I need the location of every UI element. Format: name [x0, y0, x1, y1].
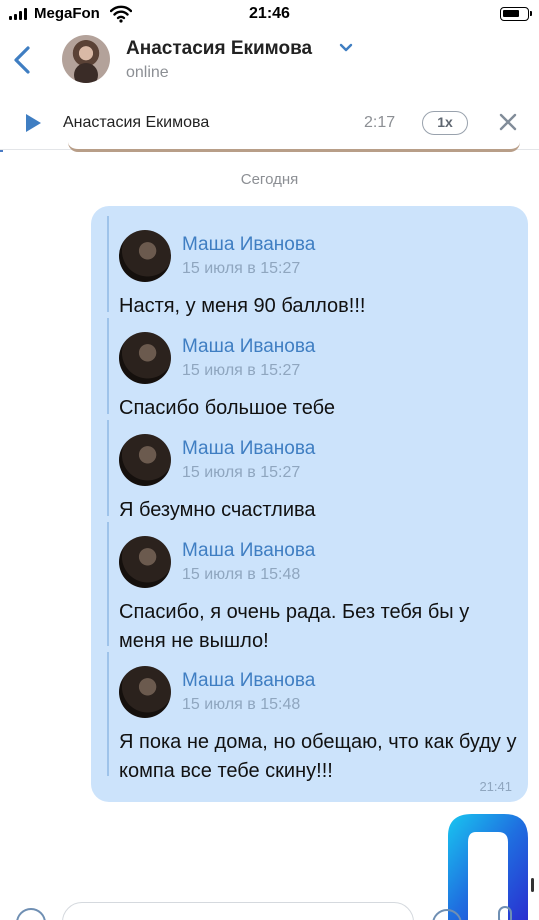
- forwarded-message[interactable]: Маша Иванова 15 июля в 15:27 Настя, у ме…: [107, 216, 517, 317]
- contact-avatar[interactable]: [62, 35, 110, 83]
- forwarded-author[interactable]: Маша Иванова: [182, 336, 315, 358]
- forwarded-message[interactable]: Маша Иванова 15 июля в 15:48 Я пока не д…: [107, 652, 517, 782]
- forwarded-date: 15 июля в 15:27: [182, 260, 301, 277]
- forwarded-author[interactable]: Маша Иванова: [182, 540, 315, 562]
- chevron-left-icon[interactable]: [10, 44, 36, 76]
- playback-speed-button[interactable]: 1x: [422, 111, 468, 135]
- playback-progress: [0, 150, 3, 152]
- contact-status: online: [126, 64, 169, 81]
- avatar[interactable]: [119, 434, 171, 486]
- forwarded-text: Спасибо, я очень рада. Без тебя бы у мен…: [119, 601, 470, 652]
- avatar[interactable]: [119, 230, 171, 282]
- forwarded-author[interactable]: Маша Иванова: [182, 234, 315, 256]
- forwarded-author[interactable]: Маша Иванова: [182, 670, 315, 692]
- avatar[interactable]: [119, 536, 171, 588]
- forwarded-text: Настя, у меня 90 баллов!!!: [119, 295, 366, 317]
- chevron-down-icon[interactable]: [338, 42, 354, 54]
- avatar[interactable]: [119, 332, 171, 384]
- contact-name[interactable]: Анастасия Екимова: [126, 38, 312, 60]
- forwarded-message[interactable]: Маша Иванова 15 июля в 15:27 Спасибо бол…: [107, 318, 517, 419]
- track-time: 2:17: [364, 114, 396, 131]
- play-icon[interactable]: [24, 113, 42, 133]
- date-separator: Сегодня: [240, 171, 299, 188]
- close-icon[interactable]: [498, 112, 518, 132]
- message-bubble[interactable]: Маша Иванова 15 июля в 15:27 Настя, у ме…: [91, 206, 528, 802]
- attach-icon[interactable]: [16, 908, 46, 920]
- forwarded-text: Спасибо большое тебе: [119, 397, 335, 419]
- forwarded-date: 15 июля в 15:27: [182, 362, 301, 379]
- battery-icon: [500, 7, 532, 21]
- forwarded-text: Я пока не дома, но обещаю, что как буду …: [119, 731, 517, 782]
- forwarded-date: 15 июля в 15:27: [182, 464, 301, 481]
- avatar[interactable]: [119, 666, 171, 718]
- forwarded-message[interactable]: Маша Иванова 15 июля в 15:48 Спасибо, я …: [107, 522, 517, 652]
- overlay-logo: [448, 814, 528, 920]
- message-input[interactable]: [62, 902, 414, 920]
- forwarded-message[interactable]: Маша Иванова 15 июля в 15:27 Я безумно с…: [107, 420, 517, 521]
- mic-icon[interactable]: [498, 906, 512, 920]
- track-title[interactable]: Анастасия Екимова: [63, 114, 209, 132]
- forwarded-date: 15 июля в 15:48: [182, 696, 301, 713]
- forwarded-author[interactable]: Маша Иванова: [182, 438, 315, 460]
- previous-message-edge: [68, 140, 520, 152]
- chat-header: Анастасия Екимова online: [0, 30, 539, 92]
- status-time: 21:46: [249, 5, 290, 22]
- forwarded-text: Я безумно счастлива: [119, 499, 316, 521]
- scroll-indicator: [531, 878, 534, 892]
- message-time: 21:41: [479, 779, 512, 794]
- status-bar: MegaFon 21:46: [0, 0, 539, 30]
- forwarded-date: 15 июля в 15:48: [182, 566, 301, 583]
